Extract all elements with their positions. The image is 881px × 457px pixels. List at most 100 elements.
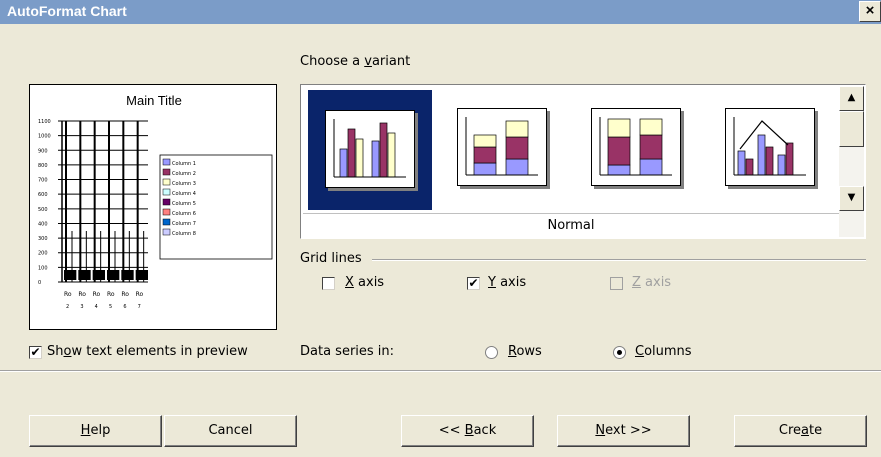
columns-radio[interactable] xyxy=(613,346,626,359)
window-title: AutoFormat Chart xyxy=(7,3,127,19)
variant-stacked[interactable] xyxy=(442,90,566,210)
choose-variant-label-text: Choose a xyxy=(300,54,365,69)
preview-column-bar xyxy=(78,270,91,280)
variant-normal-icon xyxy=(325,110,415,188)
preview-y-tick-label: 200 xyxy=(38,251,48,257)
next-button[interactable]: Next >> xyxy=(557,415,690,447)
cancel-button[interactable]: Cancel xyxy=(164,415,297,447)
preview-legend-label: Column 6 xyxy=(172,211,196,217)
x-axis-mnemonic: X xyxy=(345,275,354,290)
variant-gallery[interactable]: Normal ▲ ▼ xyxy=(300,84,866,239)
preview-y-tick-label: 600 xyxy=(38,192,48,198)
x-axis-label[interactable]: X axis xyxy=(345,275,384,290)
scroll-down-arrow-icon[interactable]: ▼ xyxy=(839,186,864,211)
variant-stacked-icon xyxy=(457,108,547,186)
preview-x-tick-sublabel: 5 xyxy=(109,304,112,310)
next-label-rest: ext >> xyxy=(605,423,652,438)
back-button[interactable]: << Back xyxy=(401,415,534,447)
variant-percent-stacked-icon xyxy=(591,108,681,186)
x-axis-label-rest: axis xyxy=(353,275,385,290)
variant-lines-and-columns[interactable] xyxy=(710,90,834,210)
columns-label[interactable]: Columns xyxy=(635,344,692,359)
z-axis-label-rest: axis xyxy=(640,275,672,290)
next-mnemonic: N xyxy=(595,423,606,438)
preview-column-bar xyxy=(92,270,105,280)
preview-column-bar xyxy=(107,270,120,280)
grid-lines-divider xyxy=(372,259,866,261)
preview-x-tick-label: Ro xyxy=(136,291,144,298)
gallery-scrollbar[interactable]: ▲ ▼ xyxy=(839,86,864,237)
preview-column-bar xyxy=(135,270,148,280)
preview-legend-label: Column 8 xyxy=(172,231,196,237)
columns-mnemonic: C xyxy=(635,344,645,359)
preview-chart-svg: Main Title 11001000900800700600500400300… xyxy=(38,93,273,310)
show-text-label-post: w text elements in preview xyxy=(71,344,248,359)
help-mnemonic: H xyxy=(80,423,91,438)
preview-legend-label: Column 3 xyxy=(172,181,196,187)
scrollbar-thumb[interactable] xyxy=(839,111,864,147)
preview-legend-swatch xyxy=(162,188,171,196)
preview-y-tick-label: 0 xyxy=(38,280,41,286)
create-button[interactable]: Create xyxy=(734,415,867,447)
grid-lines-label: Grid lines xyxy=(300,251,362,266)
preview-y-tick-label: 700 xyxy=(38,178,48,184)
preview-x-tick-sublabel: 2 xyxy=(66,304,69,310)
preview-x-tick-label: Ro xyxy=(107,291,115,298)
preview-legend-swatch xyxy=(162,178,171,186)
show-text-label-pre: Sh xyxy=(47,344,64,359)
preview-x-tick-sublabel: 3 xyxy=(80,304,83,310)
preview-legend-label: Column 5 xyxy=(172,201,196,207)
variant-normal[interactable] xyxy=(308,90,432,210)
preview-y-tick-label: 300 xyxy=(38,236,48,242)
preview-y-tick-label: 1000 xyxy=(38,134,51,140)
preview-column-bar xyxy=(121,270,134,280)
variant-lines-and-columns-icon xyxy=(725,108,815,186)
rows-radio[interactable] xyxy=(485,346,498,359)
close-button[interactable]: × xyxy=(859,1,881,22)
preview-legend-swatch xyxy=(162,158,171,166)
preview-legend-label: Column 1 xyxy=(172,161,196,167)
z-axis-label: Z axis xyxy=(632,275,671,290)
y-axis-label-rest: axis xyxy=(495,275,527,290)
y-axis-mnemonic: Y xyxy=(488,275,496,290)
scroll-up-arrow-icon[interactable]: ▲ xyxy=(839,86,864,111)
preview-plot xyxy=(58,120,148,283)
columns-label-rest: olumns xyxy=(644,344,692,359)
help-button[interactable]: Help xyxy=(29,415,162,447)
z-axis-checkbox[interactable] xyxy=(610,277,623,290)
choose-variant-label-rest: ariant xyxy=(371,54,411,69)
variant-percent-stacked[interactable] xyxy=(576,90,700,210)
preview-legend-swatch xyxy=(162,218,171,226)
preview-title: Main Title xyxy=(126,93,182,108)
preview-x-tick-sublabel: 4 xyxy=(95,304,98,310)
preview-y-tick-label: 900 xyxy=(38,148,48,154)
back-label-pre: << xyxy=(438,423,465,438)
preview-x-tick-label: Ro xyxy=(78,291,86,298)
y-axis-label[interactable]: Y axis xyxy=(488,275,526,290)
preview-column-bar xyxy=(64,270,77,280)
choose-variant-mnemonic: v xyxy=(364,54,372,69)
preview-x-tick-label: Ro xyxy=(121,291,129,298)
preview-legend-label: Column 4 xyxy=(172,191,196,197)
title-bar: AutoFormat Chart × xyxy=(0,0,881,24)
back-label-rest: ack xyxy=(473,423,497,438)
back-mnemonic: B xyxy=(464,423,474,438)
selected-variant-name: Normal xyxy=(303,213,839,238)
preview-legend: Column 1 Column 2 Column 3 Column 4 Column 5… xyxy=(159,154,273,260)
y-axis-checkbox[interactable]: ✔ xyxy=(467,277,480,290)
show-text-checkbox[interactable]: ✔ xyxy=(29,346,42,359)
x-axis-checkbox[interactable] xyxy=(322,277,335,290)
show-text-label[interactable]: Show text elements in preview xyxy=(47,344,248,359)
rows-label[interactable]: Rows xyxy=(508,344,542,359)
chart-preview: Main Title 1100 1000 900 800 700 600 500 400 300… xyxy=(29,84,277,330)
preview-y-tick-label: 1100 xyxy=(38,119,51,125)
preview-y-axis: 110010009008007006005004003002001000 xyxy=(38,119,51,286)
preview-x-axis: Ro 2 Ro 3 Ro 4 Ro 5 Ro 6 Ro 7 xyxy=(64,291,144,310)
rows-label-rest: ows xyxy=(516,344,542,359)
preview-x-tick-sublabel: 6 xyxy=(123,304,126,310)
preview-legend-swatch xyxy=(162,228,171,236)
variant-gallery-list: Normal xyxy=(302,86,839,238)
preview-x-tick-label: Ro xyxy=(64,291,72,298)
preview-legend-swatch xyxy=(162,168,171,176)
data-series-label: Data series in: xyxy=(300,344,395,359)
